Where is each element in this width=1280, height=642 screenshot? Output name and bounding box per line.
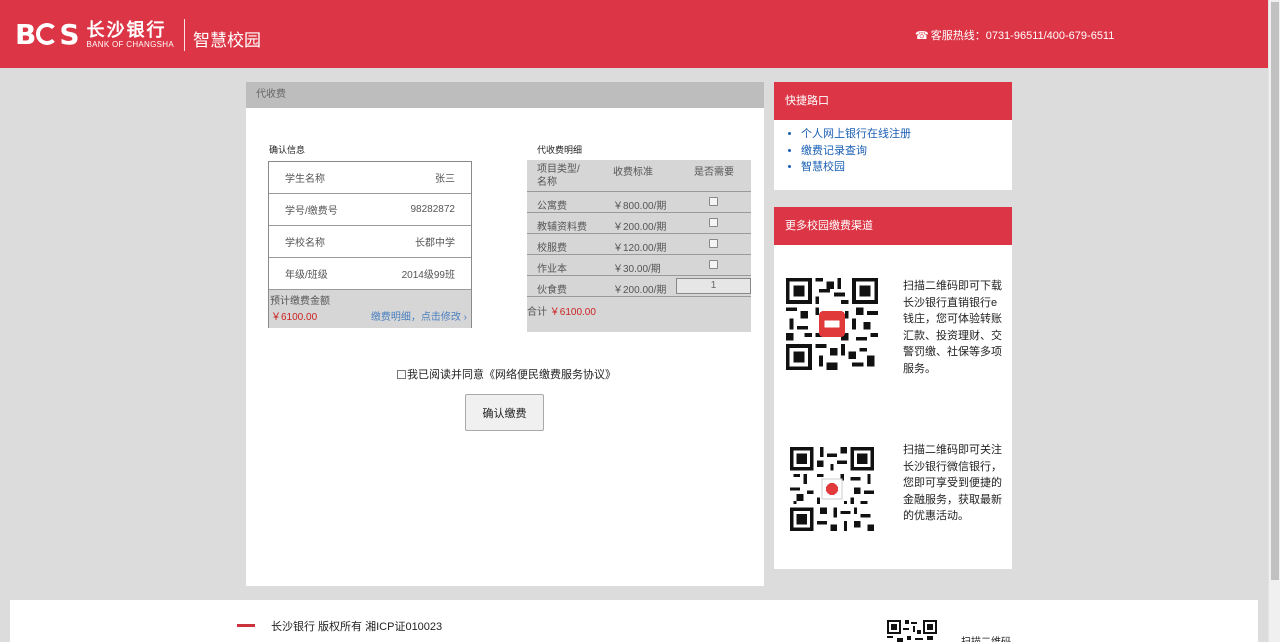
col-header-rate: 收费标准 [613, 167, 653, 178]
info-label: 学生名称 [285, 174, 325, 185]
info-value: 2014级99班 [401, 270, 455, 281]
estimated-amount-row: 预计缴费金额 ￥6100.00 缴费明细，点击修改 › [269, 290, 471, 328]
quick-links-title: 快捷路口 [774, 82, 1012, 120]
fee-row: 公寓费 ￥800.00/期 [527, 192, 751, 213]
fee-rate: ￥200.00/期 [613, 285, 667, 296]
fee-row-meal: 伙食费 ￥200.00/期 1 [527, 276, 751, 297]
footer-qr-code-icon [887, 620, 937, 642]
fee-rate: ￥200.00/期 [613, 222, 667, 233]
bank-logo[interactable]: BS 长沙银行 BANK OF CHANGSHA 智慧校园 [15, 18, 261, 52]
service-hotline: ☎ 客服热线：0731-96511/400-679-6511 [915, 27, 1114, 43]
fee-name: 作业本 [537, 264, 567, 275]
fee-rate: ￥30.00/期 [613, 264, 661, 275]
panel-title: 代收费 [246, 82, 764, 108]
chevron-right-icon[interactable]: › [464, 312, 467, 323]
fee-name: 公寓费 [537, 201, 567, 212]
confirm-info-box: 学生名称 张三 学号/缴费号 98282872 学校名称 长郡中学 年级/班级 2014… [268, 161, 472, 328]
fee-table-header: 项目类型/名称 收费标准 是否需要 [527, 160, 751, 192]
site-subtitle: 智慧校园 [193, 30, 261, 50]
meal-quantity-input[interactable]: 1 [676, 278, 751, 294]
fee-rate: ￥120.00/期 [613, 243, 667, 254]
info-value: 98282872 [410, 204, 456, 215]
info-row-class: 年级/班级 2014级99班 [269, 258, 471, 290]
page-scrollbar[interactable] [1268, 0, 1280, 642]
confirm-payment-button[interactable]: 确认缴费 [465, 394, 544, 431]
total-amount: ￥6100.00 [549, 307, 596, 318]
qr-download-text: 扫描二维码即可下载长沙银行直销银行e钱庄，您可体验转账汇款、投资理财、交警罚缴、… [903, 280, 1002, 375]
scrollbar-thumb[interactable] [1271, 2, 1279, 580]
estimated-amount: ￥6100.00 [271, 312, 318, 323]
phone-icon: ☎ [915, 30, 929, 42]
fee-checkbox[interactable] [709, 197, 718, 206]
wechat-qr-code-icon [790, 447, 874, 531]
agreement-text[interactable]: 我已阅读并同意《网络便民缴费服务协议》 [407, 366, 616, 382]
fee-checkbox[interactable] [709, 239, 718, 248]
fee-detail-link[interactable]: 缴费明细，点击修改 › [371, 308, 467, 323]
logo-divider [184, 19, 185, 51]
info-row-school: 学校名称 长郡中学 [269, 226, 471, 258]
info-value: 长郡中学 [415, 238, 455, 249]
quick-link-smart-campus[interactable]: 智慧校园 [801, 159, 1012, 176]
quick-link-history[interactable]: 缴费记录查询 [801, 143, 1012, 160]
info-label: 学号/缴费号 [285, 206, 338, 217]
info-row-student: 学生名称 张三 [269, 162, 471, 194]
fee-detail-table: 项目类型/名称 收费标准 是否需要 公寓费 ￥800.00/期 教辅资料费 ￥200… [527, 160, 751, 332]
info-row-student-id: 学号/缴费号 98282872 [269, 194, 471, 226]
fee-total-row: 合计 ￥6100.00 [527, 297, 751, 332]
quick-links-list: 个人网上银行在线注册 缴费记录查询 智慧校园 [774, 120, 1012, 176]
col-header-needed: 是否需要 [694, 167, 734, 178]
col-header-item: 项目类型/名称 [537, 164, 580, 188]
fee-detail-title: 代收费明细 [537, 145, 583, 155]
footer-accent-bar [237, 624, 255, 627]
quick-link-register[interactable]: 个人网上银行在线注册 [801, 126, 1012, 143]
info-value: 张三 [435, 174, 455, 185]
fee-row: 教辅资料费 ￥200.00/期 [527, 213, 751, 234]
fee-collection-panel: 代收费 确认信息 学生名称 张三 学号/缴费号 98282872 学校名称 长郡中学 … [246, 82, 764, 586]
more-channels-title: 更多校园缴费渠道 [774, 207, 1012, 245]
fee-row: 校服费 ￥120.00/期 [527, 234, 751, 255]
fee-detail-link-text[interactable]: 缴费明细，点击修改 [371, 312, 461, 323]
quick-links-card: 快捷路口 个人网上银行在线注册 缴费记录查询 智慧校园 [774, 82, 1012, 190]
qr-code-icon [786, 278, 878, 370]
fee-checkbox[interactable] [709, 218, 718, 227]
logo-mark: BS [15, 18, 80, 51]
fee-name: 校服费 [537, 243, 567, 254]
qr-wechat-text: 扫描二维码即可关注长沙银行微信银行，您即可享受到便捷的金融服务，获取最新的优惠活… [903, 444, 1002, 522]
footer-copyright: 长沙银行 版权所有 湘ICP证010023 [271, 621, 443, 633]
fee-name: 伙食费 [537, 285, 567, 296]
fee-checkbox[interactable] [709, 260, 718, 269]
fee-rate: ￥800.00/期 [613, 201, 667, 212]
bank-name-en: BANK OF CHANGSHA [86, 40, 174, 49]
more-channels-card: 更多校园缴费渠道 扫描二维码即可下载长沙银行直销银行e钱庄，您可体验转账汇款、投… [774, 207, 1012, 569]
info-label: 年级/班级 [285, 270, 328, 281]
fee-row: 作业本 ￥30.00/期 [527, 255, 751, 276]
info-label: 学校名称 [285, 238, 325, 249]
agreement-row: 我已阅读并同意《网络便民缴费服务协议》 [397, 366, 616, 382]
bank-name-cn: 长沙银行 [86, 20, 167, 40]
total-label: 合计 [527, 307, 547, 318]
confirm-info-title: 确认信息 [269, 145, 306, 155]
page-footer: 长沙银行 版权所有 湘ICP证010023 扫描二维码 [10, 600, 1258, 642]
estimated-label: 预计缴费金额 [270, 296, 330, 307]
top-header: BS 长沙银行 BANK OF CHANGSHA 智慧校园 ☎ 客服热线：0731… [0, 0, 1268, 68]
footer-qr-text: 扫描二维码 [961, 633, 1011, 642]
agreement-checkbox[interactable] [397, 369, 406, 379]
fee-name: 教辅资料费 [537, 222, 587, 233]
hotline-text: 客服热线：0731-96511/400-679-6511 [930, 30, 1115, 42]
